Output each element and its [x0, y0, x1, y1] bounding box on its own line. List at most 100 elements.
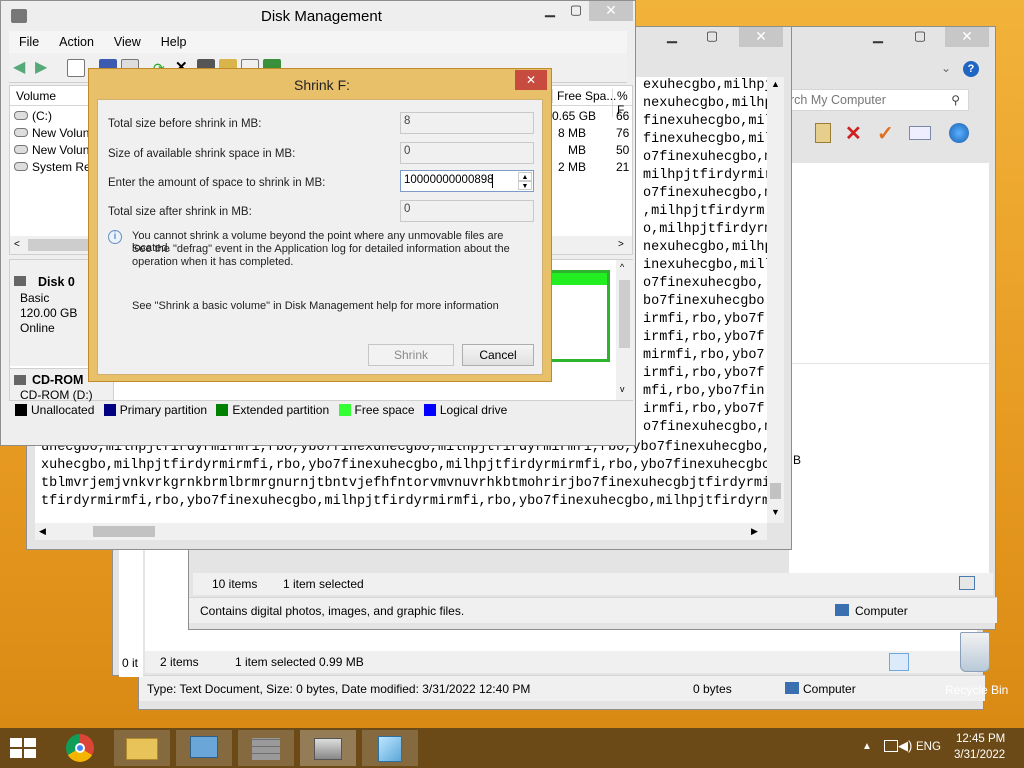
delete-icon[interactable]: ✕	[845, 121, 862, 146]
info-text-line-3: operation when it has completed.	[132, 256, 294, 268]
volume-percent: 21	[616, 160, 630, 174]
shrink-amount-stepper[interactable]: 10000000000898 ▲ ▼	[400, 170, 534, 192]
scroll-thumb[interactable]	[619, 280, 630, 348]
minimize-button[interactable]: ▁	[659, 27, 685, 47]
help-text: See "Shrink a basic volume" in Disk Mana…	[132, 300, 499, 312]
scroll-up-arrow[interactable]: ^	[620, 262, 624, 272]
minimize-button[interactable]: ▁	[537, 1, 563, 21]
folder-icon	[126, 738, 158, 760]
scroll-thumb[interactable]	[93, 526, 155, 537]
volume-percent: 66	[616, 109, 630, 123]
scroll-right-arrow[interactable]: ▶	[751, 526, 758, 537]
volume-icon	[14, 162, 28, 171]
shrink-button[interactable]: Shrink	[368, 344, 454, 366]
taskbar: ▲ ◀) ENG 12:45 PM 3/31/2022	[0, 728, 1024, 768]
text-line: o,milhpjtfirdyrm	[643, 222, 767, 237]
column-volume[interactable]: Volume	[16, 89, 56, 103]
location-label: Computer	[803, 682, 856, 696]
details-view-icon[interactable]	[889, 653, 909, 671]
text-line: irmfi,rbo,ybo7f	[643, 402, 765, 417]
taskbar-notepad[interactable]	[362, 730, 418, 766]
rename-icon[interactable]	[909, 126, 931, 140]
back-arrow-icon[interactable]: ◀	[13, 59, 31, 77]
volume-icon[interactable]: ◀)	[898, 738, 912, 754]
scroll-right-arrow[interactable]: >	[618, 239, 624, 250]
large-icons-view-icon[interactable]	[959, 576, 975, 590]
language-indicator[interactable]: ENG	[916, 741, 941, 753]
folder-description: Contains digital photos, images, and gra…	[200, 604, 465, 618]
maximize-button[interactable]: ▢	[563, 1, 589, 21]
menu-file[interactable]: File	[9, 31, 49, 49]
maximize-button[interactable]: ▢	[907, 27, 933, 47]
menu-action[interactable]: Action	[49, 31, 104, 49]
start-button[interactable]	[0, 730, 56, 766]
minimize-button[interactable]: ▁	[865, 27, 891, 47]
dialog-close-button[interactable]: ✕	[515, 70, 547, 90]
maximize-button[interactable]: ▢	[699, 27, 725, 47]
text-line: o7finexuhecgbo,	[643, 276, 765, 291]
legend-label: Free space	[354, 403, 415, 417]
column-free-space[interactable]: Free Spa...	[552, 89, 616, 103]
cdrom-name: CD-ROM (D:)	[20, 388, 93, 402]
clock-time[interactable]: 12:45 PM	[956, 733, 1005, 745]
clock-date[interactable]: 3/31/2022	[954, 749, 1005, 761]
network-icon[interactable]	[884, 740, 898, 752]
total-before-value: 8	[400, 112, 534, 134]
item-count: 2 items	[160, 655, 199, 669]
vertical-scrollbar[interactable]: ^ v	[616, 260, 633, 400]
globe-icon[interactable]	[949, 123, 969, 143]
console-tree-icon[interactable]	[67, 59, 85, 77]
column-fragment: B	[793, 453, 802, 467]
scroll-thumb[interactable]	[770, 483, 781, 499]
text-line: mfi,rbo,ybo7fin	[643, 384, 765, 399]
checkmark-icon[interactable]: ✓	[877, 121, 894, 146]
vertical-scrollbar[interactable]: ▲ ▼	[767, 77, 784, 523]
scroll-up-arrow[interactable]: ▲	[771, 79, 780, 89]
search-box[interactable]: rch My Computer ⚲	[785, 89, 969, 111]
close-button[interactable]: ✕	[739, 27, 783, 47]
search-icon[interactable]: ⚲	[951, 93, 960, 107]
taskbar-chrome[interactable]	[54, 730, 110, 766]
text-line: xuhecgbo,milhpjtfirdyrmirmfi,rbo,ybo7fin…	[41, 458, 767, 473]
paste-icon[interactable]	[815, 123, 831, 143]
legend-label: Unallocated	[31, 403, 95, 417]
spin-down-arrow[interactable]: ▼	[518, 181, 532, 190]
text-line: finexuhecgbo,milh	[643, 132, 767, 147]
cancel-button[interactable]: Cancel	[462, 344, 534, 366]
details-bar: Contains digital photos, images, and gra…	[189, 597, 997, 623]
disk-type: Basic	[20, 291, 50, 305]
menu-view[interactable]: View	[104, 31, 151, 49]
recycle-bin-shortcut[interactable]: Recycle Bin	[940, 632, 1012, 698]
item-count-fragment: 0 it	[122, 656, 139, 670]
close-button[interactable]: ✕	[589, 1, 633, 21]
taskbar-firewall[interactable]	[238, 730, 294, 766]
text-line: bo7finexuhecgbo	[643, 294, 765, 309]
scroll-left-arrow[interactable]: <	[14, 239, 20, 250]
details-view-icon[interactable]	[937, 576, 953, 590]
legend-label: Primary partition	[119, 403, 208, 417]
legend-swatch	[15, 404, 27, 416]
status-bar: 10 items 1 item selected	[193, 573, 993, 595]
horizontal-scrollbar[interactable]: ◀ ▶	[35, 523, 767, 540]
text-line: tfirdyrmirmfi,rbo,ybo7finexuhecgbo,milhp…	[41, 494, 767, 509]
scroll-left-arrow[interactable]: ◀	[39, 526, 46, 537]
show-hidden-icons-icon[interactable]: ▲	[862, 741, 872, 752]
forward-arrow-icon[interactable]: ▶	[35, 59, 53, 77]
scroll-down-arrow[interactable]: ▼	[771, 507, 780, 517]
scroll-down-arrow[interactable]: v	[620, 384, 625, 394]
large-icons-view-icon[interactable]	[913, 653, 931, 671]
scroll-thumb[interactable]	[28, 239, 88, 251]
text-line: mirmfi,rbo,ybo7	[643, 348, 765, 363]
chevron-down-icon[interactable]: ⌄	[941, 61, 951, 75]
taskbar-control-panel[interactable]	[176, 730, 232, 766]
menu-help[interactable]: Help	[151, 31, 197, 49]
spin-up-arrow[interactable]: ▲	[518, 172, 532, 181]
volume-icon	[14, 111, 28, 120]
shrink-amount-input[interactable]: 10000000000898	[404, 174, 494, 186]
help-icon[interactable]: ?	[963, 61, 979, 77]
taskbar-disk-management[interactable]	[300, 730, 356, 766]
taskbar-file-explorer[interactable]	[114, 730, 170, 766]
close-button[interactable]: ✕	[945, 27, 989, 47]
text-line: o7finexuhecgbo,m	[643, 186, 767, 201]
search-input[interactable]: rch My Computer	[790, 93, 886, 107]
